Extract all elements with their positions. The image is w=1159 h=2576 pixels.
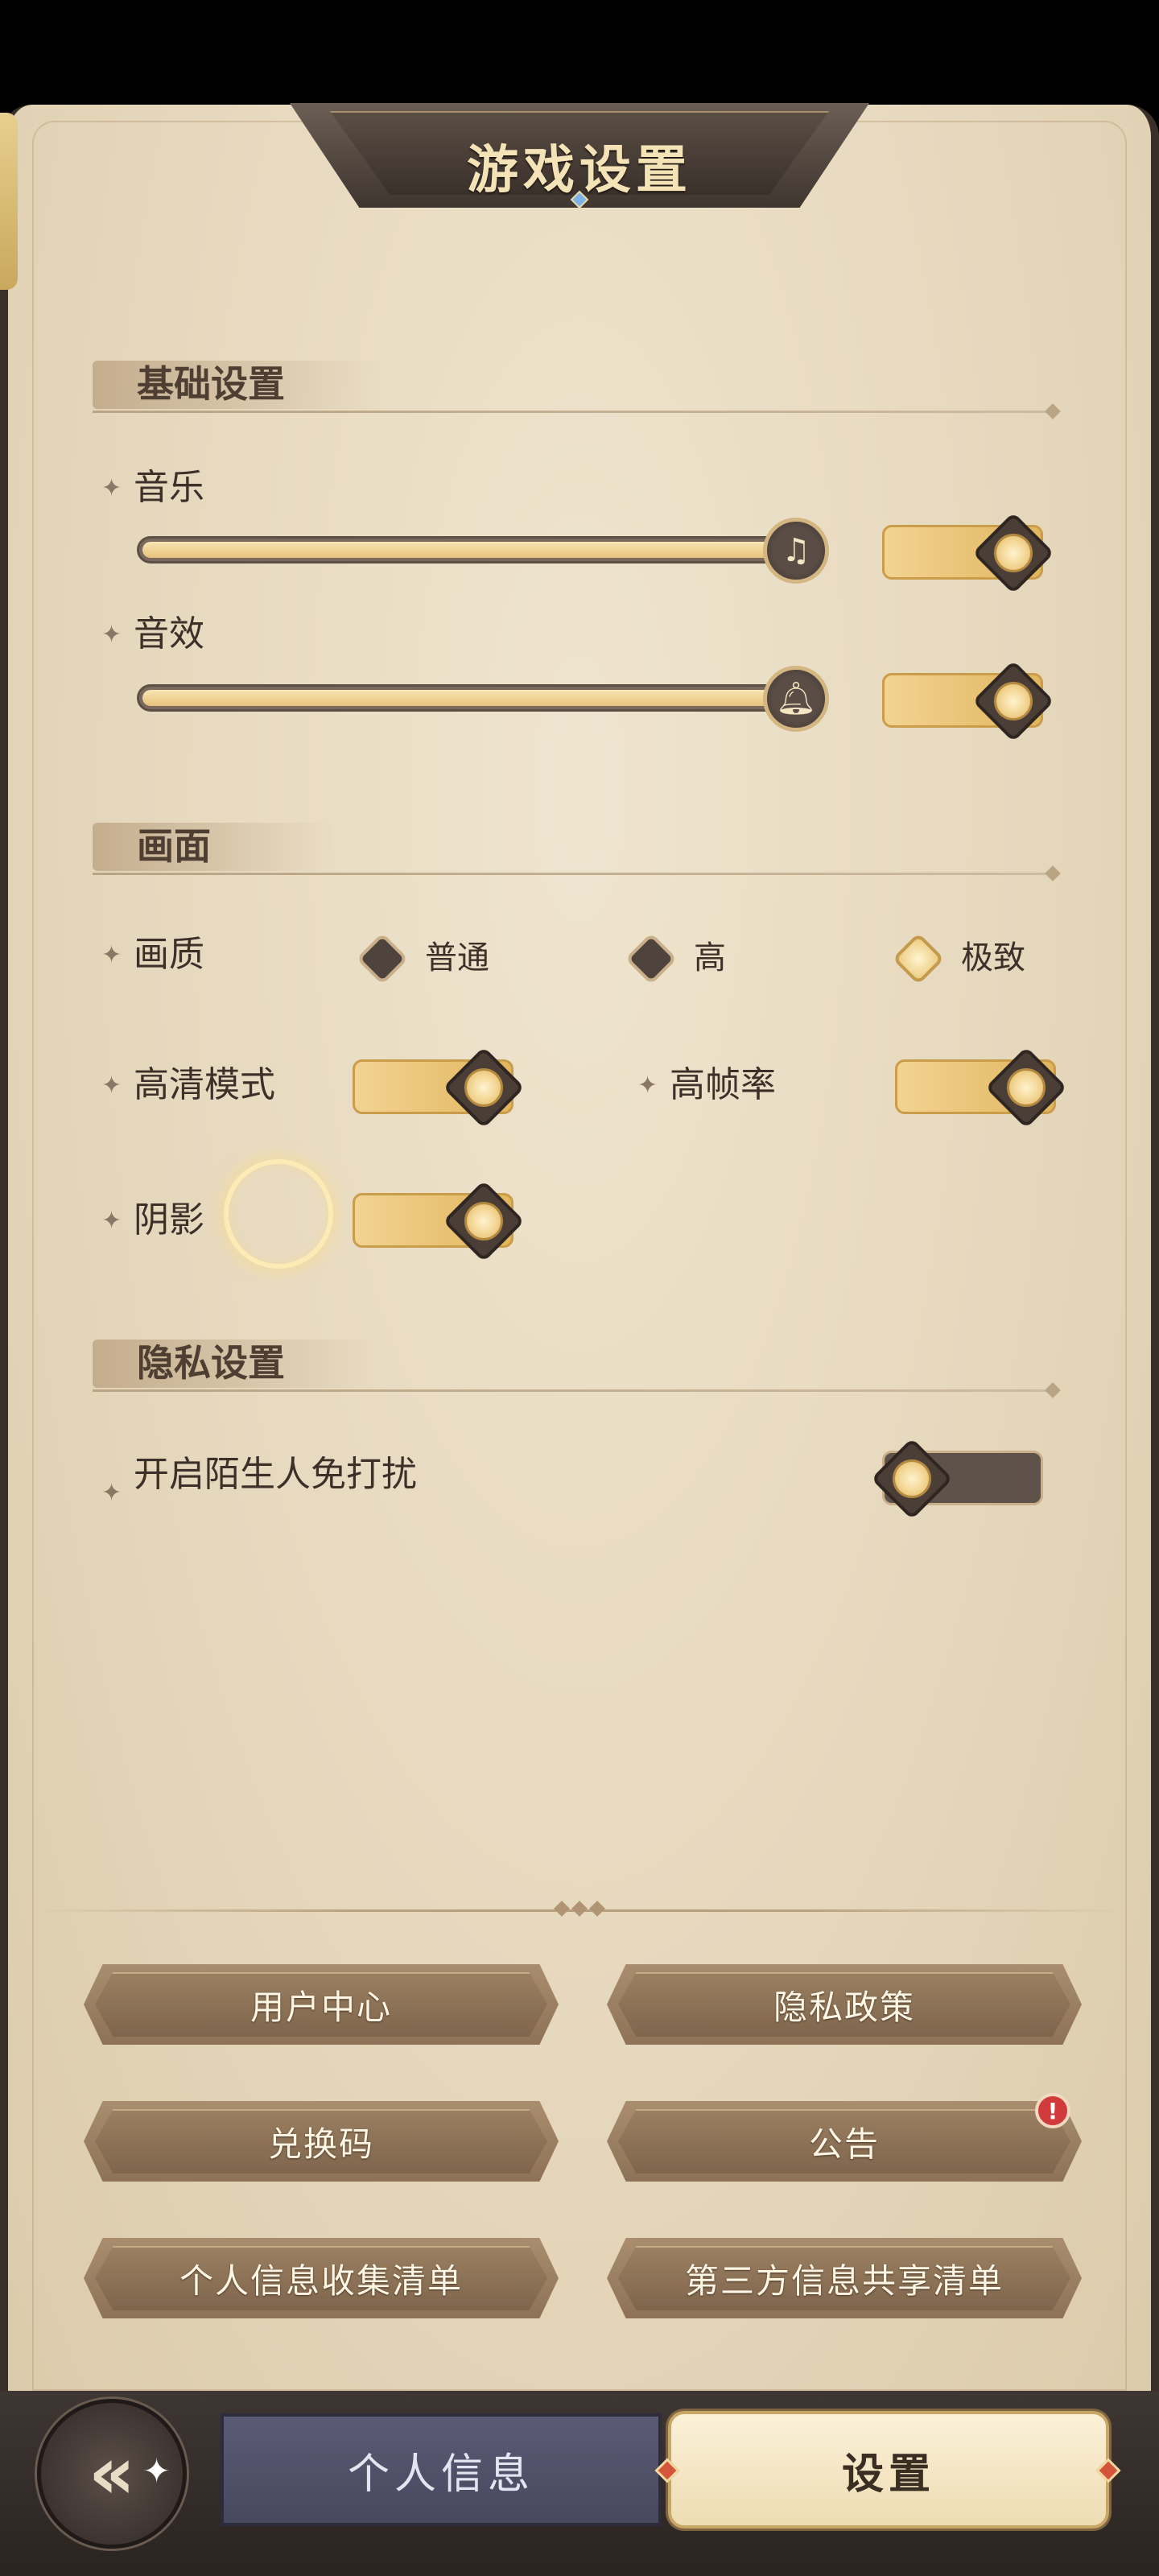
diamond-icon — [1045, 403, 1061, 419]
sfx-toggle[interactable] — [882, 660, 1054, 742]
status-bar-area — [0, 0, 1159, 105]
slider-fill — [142, 690, 806, 706]
quality-option-label: 极致 — [961, 939, 1025, 976]
quality-radio-high[interactable] — [625, 932, 678, 985]
quality-option-label: 普通 — [425, 939, 489, 976]
tab-label: 设置 — [841, 2450, 935, 2499]
personal-info-list-button[interactable]: 个人信息收集清单 — [84, 2238, 559, 2318]
sparkle-icon: ✦ — [101, 474, 122, 502]
section-header-privacy: 隐私设置 — [93, 1340, 1061, 1398]
tab-settings[interactable]: 设置 — [668, 2411, 1109, 2529]
sparkle-icon: ✦ — [101, 1071, 122, 1100]
shadow-toggle[interactable] — [353, 1180, 525, 1262]
sparkle-icon: ✦ — [637, 1071, 658, 1100]
tab-label: 个人信息 — [347, 2450, 534, 2499]
toggle-knob — [871, 1438, 953, 1520]
hd-mode-toggle[interactable] — [353, 1046, 525, 1129]
toggle-knob — [443, 1180, 525, 1262]
sfx-label: 音效 — [134, 613, 204, 654]
music-volume-slider[interactable] — [137, 536, 811, 564]
no-disturb-label: 开启陌生人免打扰 — [134, 1454, 417, 1495]
sparkle-icon: ✦ — [101, 941, 122, 969]
back-arrow-icon: « — [88, 2431, 136, 2516]
section-header-display: 画面 — [93, 823, 1061, 881]
quality-option-label: 高 — [694, 939, 726, 976]
alert-badge: ! — [1035, 2093, 1070, 2128]
toggle-knob — [972, 660, 1054, 742]
section-rule — [93, 1389, 1050, 1392]
section-title: 隐私设置 — [137, 1341, 285, 1385]
toggle-knob — [985, 1046, 1067, 1129]
bell-icon[interactable]: 🔔︎ — [763, 666, 829, 732]
button-label: 公告 — [808, 2124, 880, 2164]
redeem-code-button[interactable]: 兑换码 — [84, 2101, 559, 2182]
toggle-knob — [443, 1046, 525, 1129]
shadow-label: 阴影 — [134, 1199, 204, 1241]
section-rule — [93, 873, 1050, 875]
section-header-basic: 基础设置 — [93, 361, 1061, 419]
button-label: 隐私政策 — [773, 1987, 915, 2027]
sparkle-icon: ✦ — [101, 621, 122, 649]
high-fps-toggle[interactable] — [895, 1046, 1067, 1129]
section-title: 画面 — [137, 824, 211, 868]
divider-ornament — [547, 1901, 612, 1918]
quality-radio-ultra[interactable] — [892, 932, 945, 985]
third-party-list-button[interactable]: 第三方信息共享清单 — [607, 2238, 1082, 2318]
sparkle-icon: ✦ — [101, 1207, 122, 1235]
sparkle-icon: ✦ — [142, 2451, 171, 2491]
slider-fill — [142, 542, 806, 558]
toggle-knob — [972, 512, 1054, 594]
announcement-button[interactable]: 公告 — [607, 2101, 1082, 2182]
quality-radio-normal[interactable] — [356, 932, 409, 985]
sfx-volume-slider[interactable] — [137, 684, 811, 712]
user-center-button[interactable]: 用户中心 — [84, 1964, 559, 2045]
button-label: 个人信息收集清单 — [179, 2260, 463, 2301]
button-label: 第三方信息共享清单 — [684, 2260, 1004, 2301]
high-fps-label: 高帧率 — [670, 1064, 776, 1105]
section-header-bg — [93, 823, 334, 871]
section-rule — [93, 411, 1050, 413]
diamond-icon — [1045, 865, 1061, 881]
quality-label: 画质 — [134, 934, 204, 975]
button-label: 用户中心 — [250, 1987, 392, 2027]
music-toggle[interactable] — [882, 512, 1054, 594]
button-label: 兑换码 — [267, 2124, 374, 2164]
tap-highlight-ring — [224, 1159, 333, 1269]
no-disturb-toggle[interactable] — [871, 1438, 1043, 1520]
tab-personal-info[interactable]: 个人信息 — [221, 2413, 662, 2526]
music-label: 音乐 — [134, 467, 204, 508]
hd-mode-label: 高清模式 — [134, 1064, 275, 1105]
back-button[interactable]: « ✦ — [37, 2399, 187, 2549]
sparkle-icon: ✦ — [101, 1479, 122, 1507]
privacy-policy-button[interactable]: 隐私政策 — [607, 1964, 1082, 2045]
diamond-icon — [1045, 1382, 1061, 1398]
music-note-icon[interactable]: ♫ — [763, 518, 829, 584]
settings-panel — [0, 105, 1159, 2391]
section-title: 基础设置 — [137, 362, 285, 406]
